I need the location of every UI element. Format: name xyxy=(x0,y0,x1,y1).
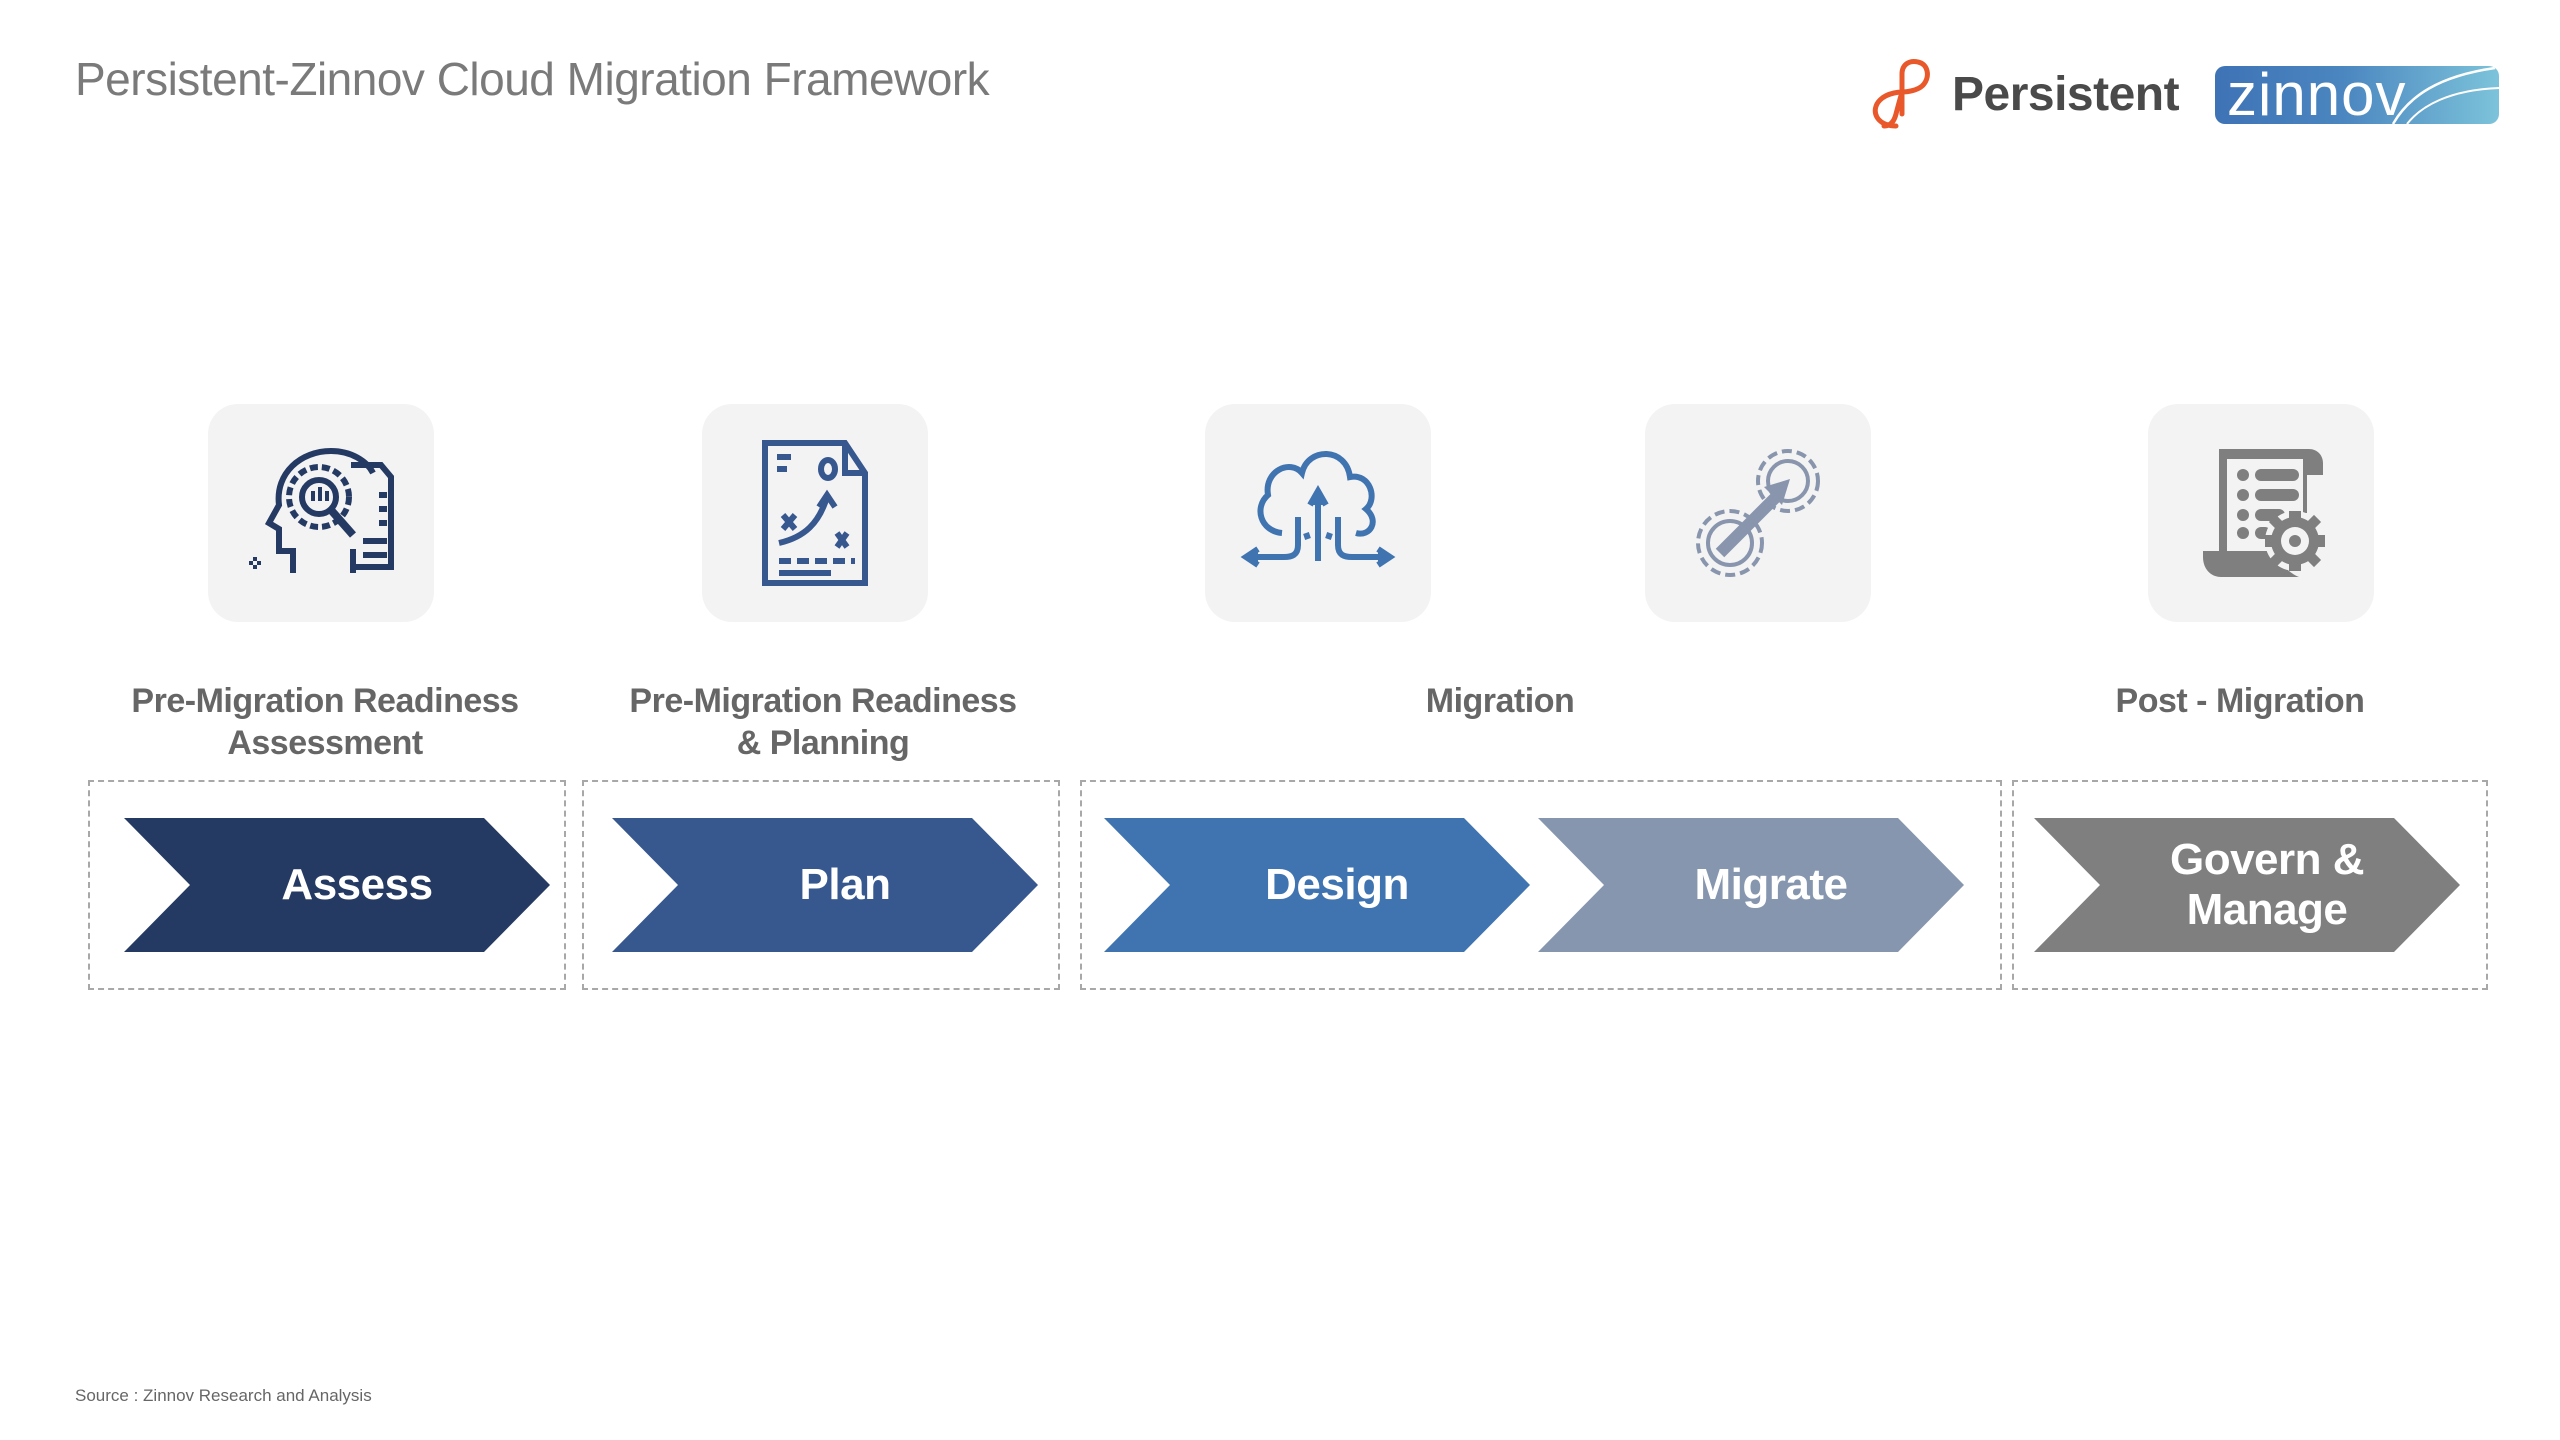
source-note: Source : Zinnov Research and Analysis xyxy=(75,1386,372,1405)
step-assess[interactable]: Assess xyxy=(124,818,550,952)
document-settings-icon xyxy=(2203,449,2325,577)
phase-label-post-migration: Post - Migration xyxy=(2010,680,2470,722)
step-label-line: Govern & xyxy=(2169,835,2365,884)
phase-label-line: Assessment xyxy=(227,724,423,762)
strategy-plan-document-icon xyxy=(762,440,868,586)
phase-label-line: Migration xyxy=(1425,682,1575,720)
persistent-logo: Persistent xyxy=(1862,56,2180,132)
phase-label-line: Post - Migration xyxy=(2115,682,2365,720)
icon-tile-design xyxy=(1205,404,1431,622)
phase-label-assessment: Pre-Migration Readiness Assessment xyxy=(90,680,560,764)
cloud-migration-arrows-icon xyxy=(1240,451,1396,568)
step-plan[interactable]: Plan xyxy=(612,818,1038,952)
icon-tile-govern xyxy=(2148,404,2374,622)
step-label: Design xyxy=(1265,860,1409,909)
step-design[interactable]: Design xyxy=(1104,818,1530,952)
zinnov-logo: zinnov xyxy=(2215,66,2499,124)
zinnov-swoosh-icon xyxy=(2391,66,2499,124)
gears-arrow-icon xyxy=(1696,449,1820,577)
page-title: Persistent-Zinnov Cloud Migration Framew… xyxy=(75,53,990,105)
step-govern-manage[interactable]: Govern & Manage xyxy=(2034,818,2460,952)
phase-label-line: & Planning xyxy=(736,724,910,762)
step-migrate[interactable]: Migrate xyxy=(1538,818,1964,952)
zinnov-wordmark: zinnov xyxy=(2227,66,2407,124)
phase-label-planning: Pre-Migration Readiness & Planning xyxy=(588,680,1058,764)
step-label: Plan xyxy=(799,860,891,909)
icon-tile-assess xyxy=(208,404,434,622)
step-label: Assess xyxy=(281,860,433,909)
step-label: Govern & Manage xyxy=(2034,818,2460,952)
head-analysis-icon xyxy=(249,447,394,573)
phase-label-line: Pre-Migration Readiness xyxy=(629,682,1017,720)
icon-tile-plan xyxy=(702,404,928,622)
persistent-infinity-icon xyxy=(1872,59,1930,129)
phase-label-migration: Migration xyxy=(1280,680,1720,722)
step-label-line: Manage xyxy=(2186,885,2348,934)
icon-tile-migrate xyxy=(1645,404,1871,622)
persistent-wordmark: Persistent xyxy=(1952,67,2180,121)
phase-label-line: Pre-Migration Readiness xyxy=(131,682,519,720)
step-label: Migrate xyxy=(1694,860,1848,909)
